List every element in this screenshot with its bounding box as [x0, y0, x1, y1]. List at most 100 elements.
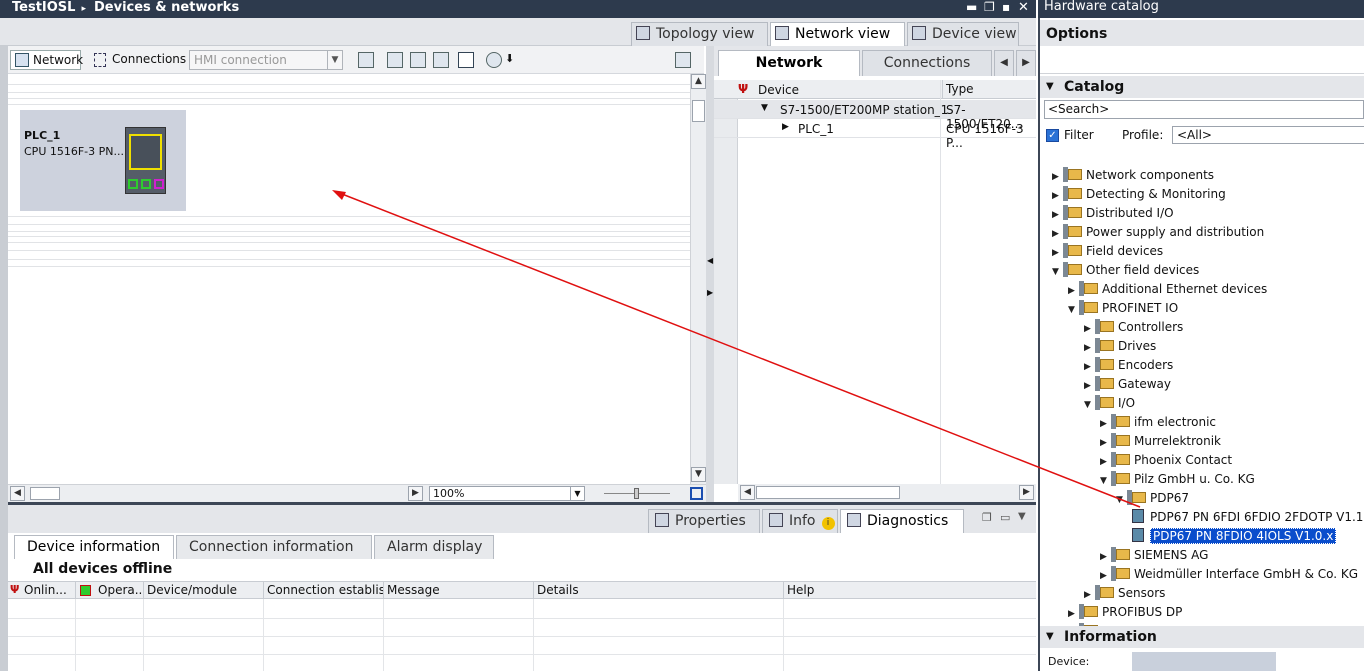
- tab-scroll-right-icon[interactable]: ▶: [1016, 50, 1036, 76]
- overview-hscroll-thumb[interactable]: [756, 486, 900, 499]
- overview-panel-toggle-icon[interactable]: [458, 52, 474, 68]
- canvas-horizontal-scrollbar[interactable]: ◀ ▶ 100% ▼: [8, 484, 706, 502]
- tree-item[interactable]: ▼ Pilz GmbH u. Co. KG: [1100, 470, 1255, 489]
- window-restore-icon[interactable]: ▬: [966, 0, 977, 16]
- catalog-search-input[interactable]: <Search>: [1044, 100, 1364, 119]
- tree-item[interactable]: ▼ PROFINET IO: [1068, 299, 1178, 318]
- scroll-thumb[interactable]: [692, 100, 705, 122]
- collapse-left-icon[interactable]: ◀: [707, 256, 713, 265]
- tab-connection-information[interactable]: Connection information: [176, 535, 372, 559]
- plc-device-box[interactable]: PLC_1 CPU 1516F-3 PN...: [20, 110, 186, 211]
- tree-item[interactable]: ▶ Controllers: [1084, 318, 1183, 337]
- collapse-arrow-icon[interactable]: ▼: [1100, 472, 1110, 491]
- window-maximize-icon[interactable]: ▪: [1002, 0, 1010, 16]
- tab-alarm-display[interactable]: Alarm display: [374, 535, 494, 559]
- window-tile-icon[interactable]: ❐: [984, 0, 995, 16]
- breadcrumb-project[interactable]: TestIOSL: [12, 0, 75, 15]
- tree-item[interactable]: PDP67 PN 8FDIO 4IOLS V1.0.x: [1132, 527, 1337, 546]
- tree-item[interactable]: ▶ SIEMENS AG: [1100, 546, 1208, 565]
- collapse-arrow-icon[interactable]: ▼: [1068, 301, 1078, 320]
- scroll-left-icon[interactable]: ◀: [10, 486, 25, 501]
- expand-right-icon[interactable]: ▶: [707, 288, 713, 297]
- options-header[interactable]: Options: [1040, 20, 1364, 46]
- tree-item[interactable]: ▶ Distributed I/O: [1052, 204, 1174, 223]
- connection-type-select[interactable]: HMI connection ▼: [189, 50, 343, 70]
- tree-item[interactable]: PDP67 PN 6FDI 6FDIO 2FDOTP V1.1.x: [1132, 508, 1364, 527]
- tree-item[interactable]: ▶ Weidmüller Interface GmbH & Co. KG: [1100, 565, 1358, 584]
- grid-layout-icon[interactable]: [433, 52, 449, 68]
- network-icon: [775, 26, 789, 40]
- connections-mode-button[interactable]: Connections: [92, 50, 186, 70]
- scroll-up-icon[interactable]: ▲: [691, 74, 706, 89]
- collapse-arrow-icon[interactable]: ▼: [1084, 396, 1094, 415]
- tab-network-view[interactable]: Network view: [770, 22, 905, 46]
- zoom-slider-thumb[interactable]: [634, 488, 639, 499]
- title-bar: TestIOSL ▸ Devices & networks: [0, 0, 1036, 18]
- tab-network-overview[interactable]: Network overview: [718, 50, 860, 95]
- network-mode-button[interactable]: Network: [10, 50, 83, 70]
- overview-navigation-icon[interactable]: [675, 52, 691, 68]
- tree-item[interactable]: ▶ Network components: [1052, 166, 1214, 185]
- table-row[interactable]: ▶ PLC_1 CPU 1516F-3 P...: [714, 119, 1036, 150]
- collapse-arrow-icon[interactable]: ▼: [1052, 263, 1062, 282]
- scroll-left-icon[interactable]: ◀: [740, 485, 755, 500]
- col-device[interactable]: Device: [758, 83, 799, 97]
- collapse-arrow-icon[interactable]: ▼: [761, 103, 768, 113]
- panel-splitter[interactable]: ◀ ▶: [706, 46, 714, 502]
- scroll-right-icon[interactable]: ▶: [408, 486, 423, 501]
- tree-item-label: PDP67: [1150, 491, 1189, 505]
- highlight-connections-icon[interactable]: [387, 52, 403, 68]
- tab-device-information[interactable]: Device information: [14, 535, 174, 559]
- tab-scroll-left-icon[interactable]: ◀: [994, 50, 1014, 76]
- tree-item[interactable]: ▶ Encoders: [1084, 356, 1173, 375]
- tree-item[interactable]: ▶ PROFIBUS DP: [1068, 603, 1182, 622]
- col-type[interactable]: Type: [942, 80, 974, 99]
- show-address-labels-icon[interactable]: [358, 52, 374, 68]
- tree-item[interactable]: ▶ Sensors: [1084, 584, 1165, 603]
- tab-connections[interactable]: Connections: [862, 50, 992, 76]
- tree-item[interactable]: ▶ Murrelektronik: [1100, 432, 1221, 451]
- tree-item[interactable]: ▶ Additional Ethernet devices: [1068, 280, 1267, 299]
- tree-item[interactable]: ▶ Phoenix Contact: [1100, 451, 1232, 470]
- tree-item[interactable]: ▼ Other field devices: [1052, 261, 1199, 280]
- collapse-arrow-icon[interactable]: ▼: [1116, 491, 1126, 510]
- tab-topology-view[interactable]: Topology view: [631, 22, 768, 46]
- scroll-right-icon[interactable]: ▶: [1019, 485, 1034, 500]
- information-header[interactable]: ▼ Information: [1040, 626, 1364, 648]
- filter-checkbox[interactable]: ✓: [1046, 129, 1059, 142]
- tab-diagnostics[interactable]: Diagnostics: [840, 509, 964, 533]
- overview-horizontal-scrollbar[interactable]: ◀ ▶: [738, 484, 1036, 502]
- zoom-icon[interactable]: [486, 52, 502, 68]
- device-table-icon[interactable]: [410, 52, 426, 68]
- table-row[interactable]: ▼ S7-1500/ET200MP station_1 S7-1500/ET20…: [714, 100, 1036, 131]
- panel-collapse-icon[interactable]: ▼: [1018, 511, 1026, 522]
- profile-select[interactable]: <All>: [1172, 126, 1364, 144]
- tab-device-view[interactable]: Device view: [907, 22, 1019, 46]
- close-icon[interactable]: ✕: [1018, 0, 1029, 16]
- col-device-module[interactable]: Device/module: [143, 582, 263, 599]
- tree-item[interactable]: ▶ Detecting & Monitoring: [1052, 185, 1226, 204]
- expand-arrow-icon[interactable]: ▶: [782, 122, 789, 132]
- zoom-select[interactable]: 100% ▼: [429, 486, 585, 501]
- tree-item[interactable]: ▶ Gateway: [1084, 375, 1171, 394]
- panel-minimize-icon[interactable]: ▭: [1000, 511, 1010, 524]
- tree-item[interactable]: ▶ Drives: [1084, 337, 1156, 356]
- tree-item[interactable]: ▶ ifm electronic: [1100, 413, 1216, 432]
- col-help[interactable]: Help: [783, 582, 1036, 599]
- panel-float-icon[interactable]: ❐: [982, 511, 992, 524]
- col-message[interactable]: Message: [383, 582, 533, 599]
- fit-view-icon[interactable]: [690, 487, 703, 500]
- scroll-down-icon[interactable]: ▼: [691, 467, 706, 482]
- canvas-vertical-scrollbar[interactable]: ▲ ▼: [690, 74, 706, 484]
- tree-item[interactable]: ▶ Field devices: [1052, 242, 1163, 261]
- tab-properties[interactable]: Properties: [648, 509, 760, 533]
- catalog-header[interactable]: ▼ Catalog: [1040, 76, 1364, 98]
- col-details[interactable]: Details: [533, 582, 783, 599]
- hscroll-thumb[interactable]: [30, 487, 60, 500]
- tree-item[interactable]: ▼ I/O: [1084, 394, 1135, 413]
- zoom-dropdown-icon[interactable]: ⬇: [505, 52, 514, 65]
- tree-item[interactable]: ▼ PDP67: [1116, 489, 1189, 508]
- tab-info[interactable]: Info i: [762, 509, 838, 533]
- col-connection-established[interactable]: Connection establis...: [263, 582, 383, 599]
- tree-item[interactable]: ▶ Power supply and distribution: [1052, 223, 1264, 242]
